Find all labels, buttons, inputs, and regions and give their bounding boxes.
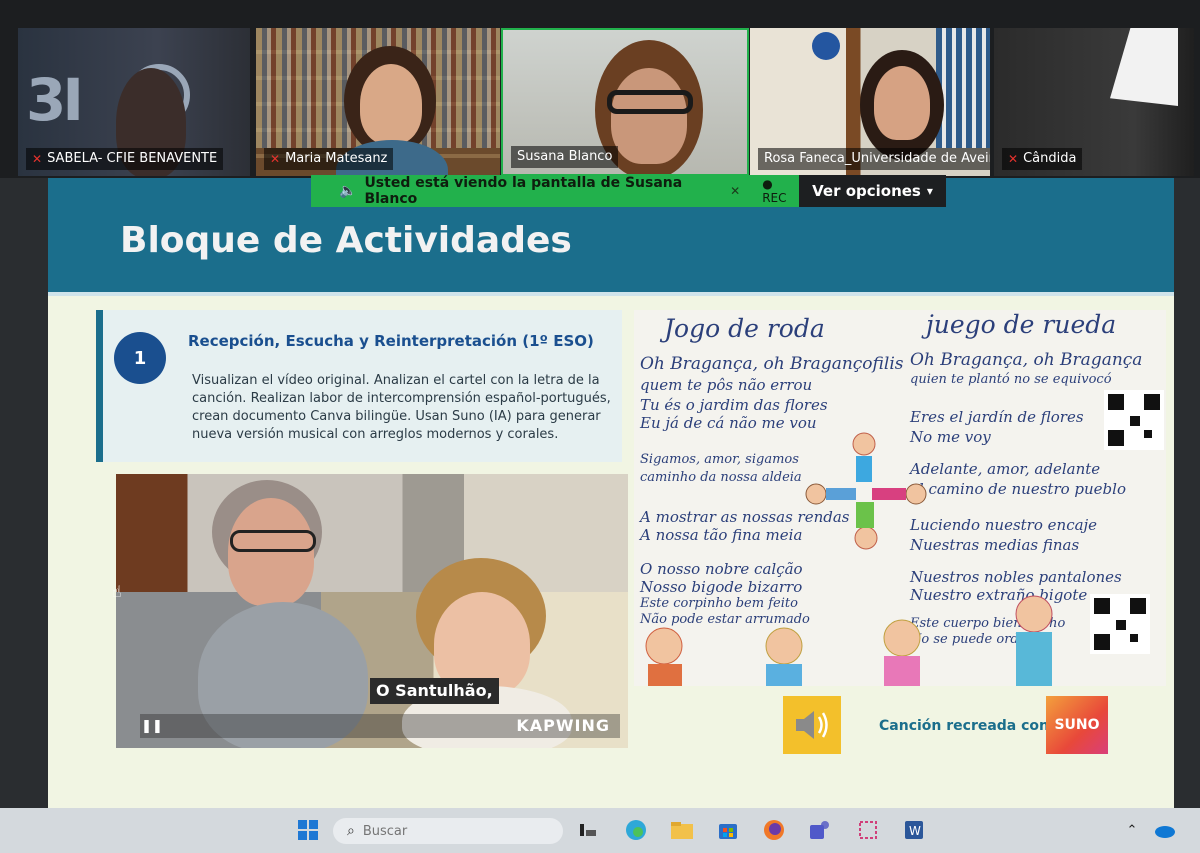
speaker-button[interactable] [783,696,841,754]
participant-tile-sabela[interactable]: 3I ✕ SABELA- CFIE BENAVENTE [18,28,250,176]
child-head [1015,595,1053,633]
pause-icon[interactable]: ❚❚ [140,714,164,738]
dancer-body [856,502,874,528]
dancer-body [872,488,906,500]
dancer-body [856,456,872,482]
participant-tile-rosa[interactable]: Rosa Faneca_Universidade de Aveiro [750,28,990,176]
child-body [884,656,920,686]
mic-muted-icon: ✕ [1008,152,1019,166]
globe-icon [812,32,840,60]
child-body [1016,632,1052,686]
qr-code-icon [1090,594,1150,654]
participant-face [360,64,422,144]
glasses-icon [607,90,693,114]
firefox-icon[interactable] [762,818,786,842]
search-input[interactable] [362,823,543,839]
participant-face [611,68,687,164]
participant-tile-candida[interactable]: ✕ Cândida [994,28,1194,176]
hand-cursor-icon: ☝ [112,582,122,601]
speaker-icon [796,711,828,739]
onedrive-icon[interactable] [1152,818,1176,842]
participant-name-label: Rosa Faneca_Universidade de Aveiro [758,148,990,170]
participant-name-label: ✕ SABELA- CFIE BENAVENTE [26,148,224,170]
file-explorer-icon[interactable] [670,818,694,842]
activity-card: 1 Recepción, Escucha y Reinterpretación … [96,310,622,462]
activity-description: Visualizan el vídeo original. Analizan e… [192,373,611,442]
mic-muted-icon: ✕ [730,184,741,198]
share-banner-text: Usted está viendo la pantalla de Susana … [364,175,683,207]
taskbar-search[interactable]: ⌕ [333,818,563,844]
video-player[interactable]: O Santulhão, ❚❚ KAPWING [116,474,628,748]
view-options-label: Ver opciones [812,182,921,200]
windows-taskbar: ⌕ W ⌃ [0,808,1200,853]
qr-code-icon [1104,390,1164,450]
child-body [766,664,802,686]
participant-name-label: ✕ Maria Matesanz [264,148,394,170]
bottom-children [645,595,1053,686]
activity-title: Recepción, Escucha y Reinterpretación (1… [188,332,594,350]
mic-muted-icon: ✕ [32,152,43,166]
bookshelf [936,28,990,148]
snipping-tool-icon[interactable] [856,818,880,842]
recording-indicator: ● REC [762,177,787,205]
participant-name-label: Susana Blanco [511,146,619,168]
store-icon[interactable] [716,818,740,842]
child-head [765,627,803,665]
task-view-icon[interactable] [576,818,600,842]
dancer-head [805,483,827,505]
dancer-body [826,488,856,500]
view-options-button[interactable]: Ver opciones ▾ [799,175,946,207]
dancer-head [905,483,927,505]
child-body [648,664,682,686]
chevron-up-icon[interactable]: ⌃ [1120,818,1144,842]
search-icon: ⌕ [347,823,355,839]
svg-text:W: W [909,824,921,838]
word-icon[interactable]: W [902,818,926,842]
suno-logo[interactable]: SUNO [1046,696,1108,754]
chevron-down-icon: ▾ [926,184,933,198]
video-subtitle: O Santulhão, [370,678,499,704]
participant-face [874,66,930,140]
glasses-icon [230,530,316,552]
mic-muted-icon: ✕ [270,152,281,166]
participant-tile-maria[interactable]: ✕ Maria Matesanz [256,28,500,176]
activity-number-badge: 1 [114,332,166,384]
child-head [883,619,921,657]
participant-strip: 3I ✕ SABELA- CFIE BENAVENTE ✕ Maria Mate… [0,0,1200,178]
participant-tile-susana[interactable]: Susana Blanco [501,28,749,176]
shared-slide: Bloque de Actividades 1 Recepción, Escuc… [48,178,1174,808]
teams-icon[interactable] [808,818,832,842]
kapwing-watermark: KAPWING [516,716,610,735]
dancer-head [852,432,876,456]
activity-accent-bar [96,310,103,462]
windows-start-icon[interactable] [296,818,320,842]
screen-share-banner: 🔈 Usted está viendo la pantalla de Susan… [311,175,799,207]
dancer-head [854,526,878,550]
slide-title: Bloque de Actividades [120,220,572,261]
suno-caption: Canción recreada con [879,718,1050,734]
grandmother-face [228,498,314,606]
participant-name-label: ✕ Cândida [1002,148,1083,170]
child-head [645,627,683,665]
edge-browser-icon[interactable] [624,818,648,842]
dancing-children-illustration [645,432,1053,686]
speaker-icon: 🔈 [339,183,357,199]
center-dancers [805,432,927,550]
lyrics-drawing: Jogo de roda juego de rueda Oh Bragança,… [634,310,1166,686]
video-controls[interactable]: ❚❚ KAPWING [140,714,620,738]
cfie-logo: 3I [26,66,84,134]
